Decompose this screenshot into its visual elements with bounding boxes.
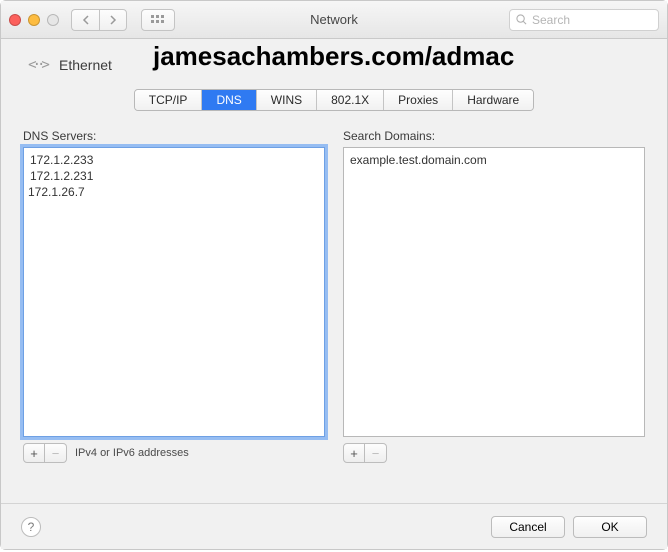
chevron-right-icon <box>109 15 117 25</box>
dns-servers-column: DNS Servers: 172.1.2.233172.1.2.231172.1… <box>23 129 325 463</box>
zoom-icon <box>47 14 59 26</box>
back-button[interactable] <box>71 9 99 31</box>
watermark-text: jamesachambers.com/admac <box>153 41 514 72</box>
segmented-control: TCP/IPDNSWINS802.1XProxiesHardware <box>134 89 534 111</box>
list-item[interactable]: example.test.domain.com <box>344 152 644 168</box>
tab-dns[interactable]: DNS <box>202 90 256 110</box>
tab-proxies[interactable]: Proxies <box>384 90 453 110</box>
dns-panel: DNS Servers: 172.1.2.233172.1.2.231172.1… <box>23 129 645 463</box>
search-placeholder: Search <box>532 13 570 27</box>
list-item[interactable]: 172.1.2.231 <box>24 168 324 184</box>
remove-search-domain-button: − <box>365 443 387 463</box>
search-domains-label: Search Domains: <box>343 129 645 143</box>
add-dns-server-button[interactable]: + <box>23 443 45 463</box>
chevron-left-icon <box>82 15 90 25</box>
show-all-button[interactable] <box>141 9 175 31</box>
ok-button[interactable]: OK <box>573 516 647 538</box>
dns-servers-list[interactable]: 172.1.2.233172.1.2.231172.1.26.7 <box>23 147 325 437</box>
help-button[interactable]: ? <box>21 517 41 537</box>
minimize-icon[interactable] <box>28 14 40 26</box>
nav-buttons <box>71 9 127 31</box>
cancel-button[interactable]: Cancel <box>491 516 565 538</box>
connection-name: Ethernet <box>59 57 112 73</box>
tab-8021x[interactable]: 802.1X <box>317 90 384 110</box>
search-domains-pm: + − <box>343 443 387 463</box>
list-item[interactable]: 172.1.26.7 <box>24 184 324 200</box>
content-area: <··> Ethernet jamesachambers.com/admac T… <box>1 39 667 475</box>
search-input[interactable]: Search <box>509 9 659 31</box>
add-search-domain-button[interactable]: + <box>343 443 365 463</box>
remove-dns-server-button: − <box>45 443 67 463</box>
dns-servers-controls: + − IPv4 or IPv6 addresses <box>23 443 325 463</box>
window-controls <box>9 14 59 26</box>
tab-tcpip[interactable]: TCP/IP <box>135 90 203 110</box>
dns-hint: IPv4 or IPv6 addresses <box>75 447 189 459</box>
search-domains-controls: + − <box>343 443 645 463</box>
search-domains-list[interactable]: example.test.domain.com <box>343 147 645 437</box>
footer: ? Cancel OK <box>1 503 667 549</box>
dns-servers-label: DNS Servers: <box>23 129 325 143</box>
tab-bar: TCP/IPDNSWINS802.1XProxiesHardware <box>23 89 645 111</box>
grid-icon <box>151 15 165 25</box>
search-domains-column: Search Domains: example.test.domain.com … <box>343 129 645 463</box>
header-row: <··> Ethernet jamesachambers.com/admac <box>23 47 645 83</box>
forward-button[interactable] <box>99 9 127 31</box>
ethernet-icon: <··> <box>23 53 51 77</box>
titlebar: Network Search <box>1 1 667 39</box>
dns-servers-pm: + − <box>23 443 67 463</box>
search-icon <box>516 14 527 25</box>
network-preferences-window: Network Search <··> Ethernet jamesachamb… <box>0 0 668 550</box>
tab-wins[interactable]: WINS <box>257 90 317 110</box>
tab-hardware[interactable]: Hardware <box>453 90 533 110</box>
list-item[interactable]: 172.1.2.233 <box>24 152 324 168</box>
close-icon[interactable] <box>9 14 21 26</box>
